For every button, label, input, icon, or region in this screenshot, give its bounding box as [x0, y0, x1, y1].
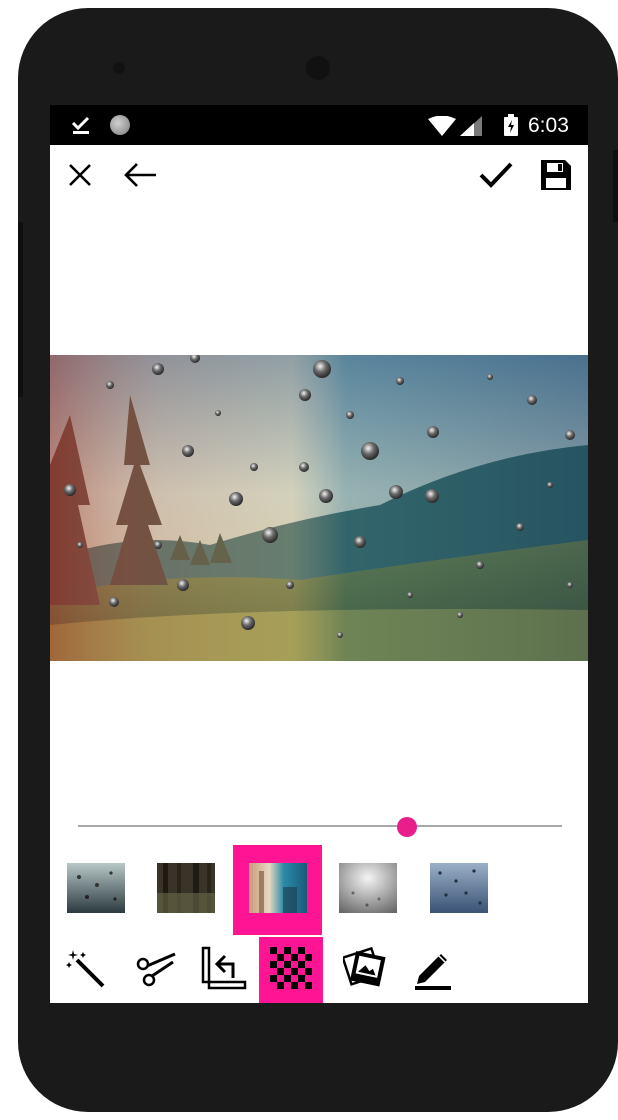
checkerboard-icon — [270, 946, 312, 994]
overlay-thumbnail-5[interactable] — [430, 863, 488, 913]
tools-bar — [50, 937, 588, 1003]
status-bar: 6:03 — [50, 105, 588, 145]
earpiece-speaker — [113, 62, 125, 74]
overlay-thumbnail-4[interactable] — [339, 863, 397, 913]
status-time: 6:03 — [528, 114, 569, 137]
battery-charging-icon — [504, 114, 518, 141]
volume-button — [18, 222, 23, 397]
overlay-strip — [50, 845, 588, 935]
download-done-icon — [70, 114, 92, 141]
transparency-tool[interactable] — [259, 937, 323, 1003]
slider-track — [78, 825, 562, 827]
cell-signal-icon — [460, 116, 482, 141]
notification-dot-icon — [110, 115, 130, 135]
scissors-icon — [135, 948, 177, 993]
magic-wand-icon — [65, 948, 105, 993]
draw-tool[interactable] — [401, 937, 465, 1003]
wifi-icon — [428, 115, 456, 141]
save-icon[interactable] — [538, 157, 574, 193]
overlay-thumbnail-1[interactable] — [67, 863, 125, 913]
undo-layer-tool[interactable] — [192, 937, 256, 1003]
photos-tool[interactable] — [334, 937, 398, 1003]
magic-wand-tool[interactable] — [53, 937, 117, 1003]
opacity-slider[interactable] — [78, 817, 562, 837]
pencil-icon — [413, 946, 453, 995]
power-button — [613, 150, 618, 222]
undo-layer-icon — [201, 946, 247, 995]
close-icon[interactable] — [62, 157, 98, 193]
back-arrow-icon[interactable] — [122, 157, 158, 193]
app-screen: 6:03 — [50, 105, 588, 1003]
front-camera — [306, 56, 330, 80]
photo-preview[interactable] — [50, 355, 588, 661]
photos-icon — [341, 946, 389, 995]
cut-tool[interactable] — [124, 937, 188, 1003]
top-toolbar — [50, 145, 588, 205]
overlay-thumbnail-3[interactable] — [249, 863, 307, 913]
slider-thumb[interactable] — [397, 817, 418, 837]
check-icon[interactable] — [478, 157, 514, 193]
overlay-thumbnail-2[interactable] — [157, 863, 215, 913]
